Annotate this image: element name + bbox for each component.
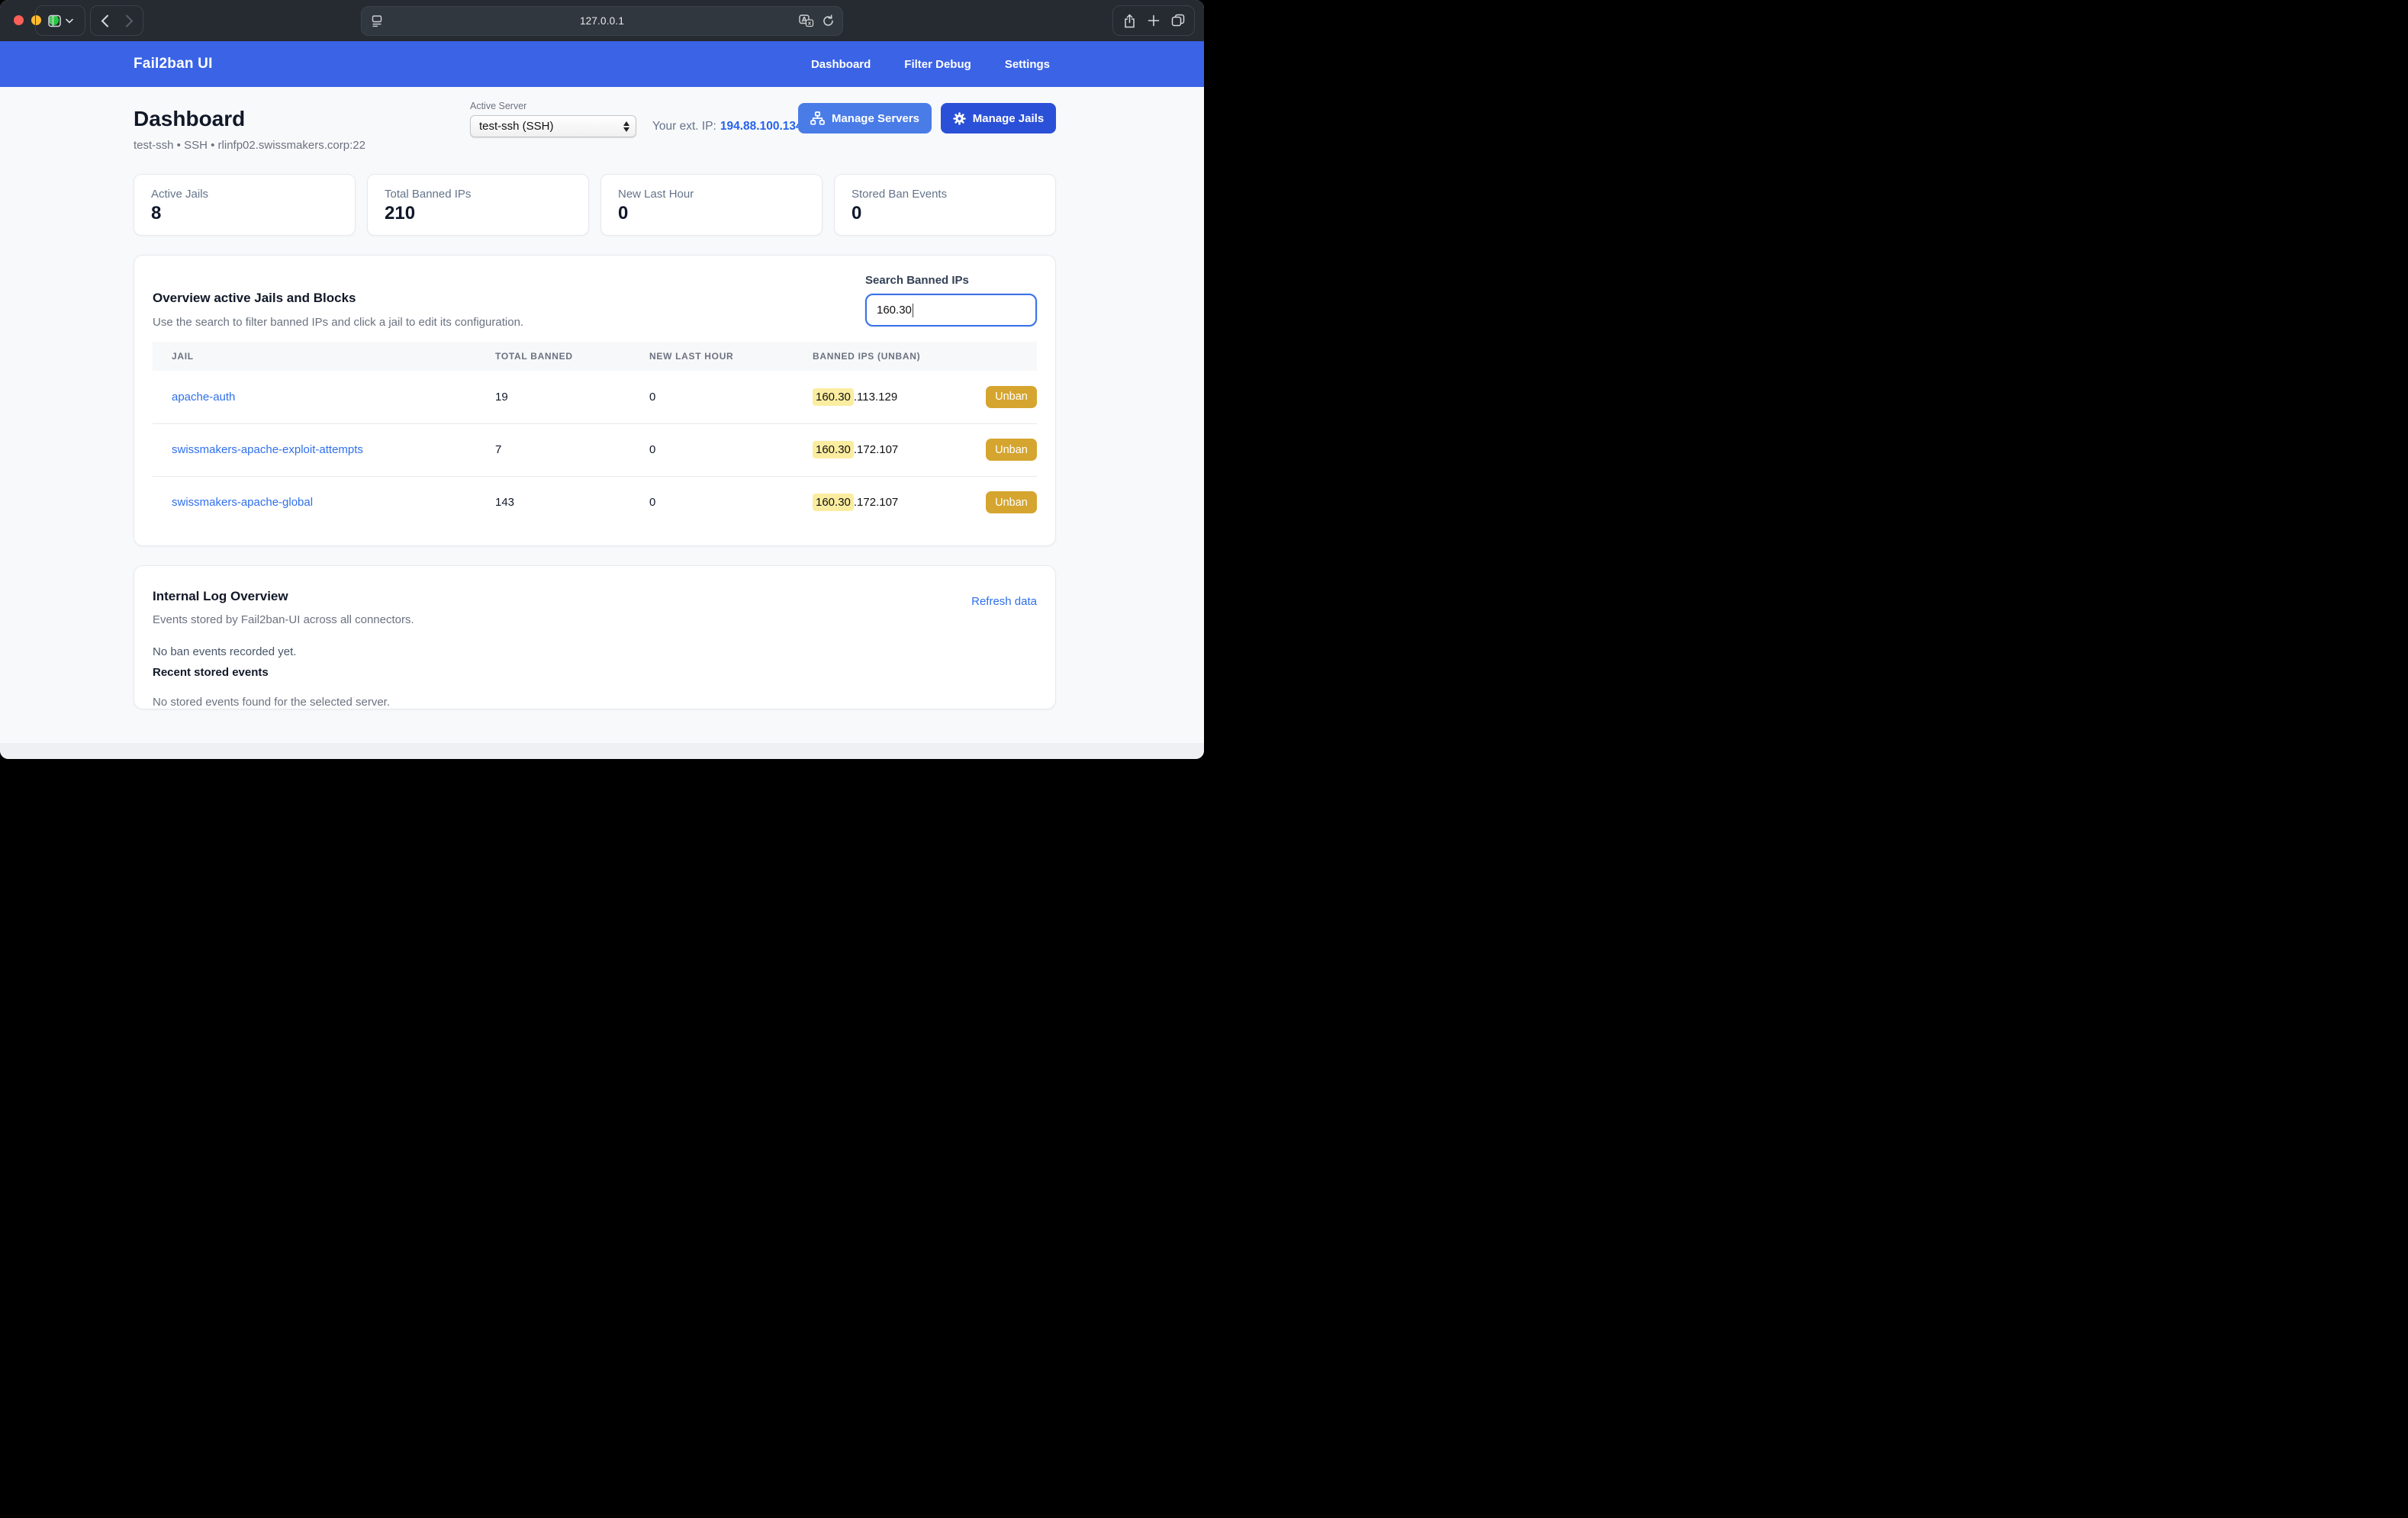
unban-button[interactable]: Unban xyxy=(986,439,1037,461)
stat-card-new-last-hour: New Last Hour 0 xyxy=(600,174,823,236)
nav-item-filter-debug[interactable]: Filter Debug xyxy=(904,58,971,71)
dashboard-header: Dashboard test-ssh • SSH • rlinfp02.swis… xyxy=(134,87,1056,171)
ip-highlight: 160.30 xyxy=(813,494,854,511)
browser-window: 127.0.0.1 A x xyxy=(0,0,1204,759)
search-banned-ips-input[interactable]: 160.30 xyxy=(865,294,1037,326)
column-header-banned-ips: BANNED IPS (UNBAN) xyxy=(813,342,1037,371)
page-background-strip xyxy=(0,743,1204,759)
sidebar-icon xyxy=(47,14,62,28)
text-cursor xyxy=(913,304,914,317)
overview-title: Overview active Jails and Blocks xyxy=(153,291,523,306)
no-ban-events-text: No ban events recorded yet. xyxy=(153,645,1037,658)
manage-servers-label: Manage Servers xyxy=(832,112,919,125)
jails-table-body: apache-auth 19 0 160.30.113.129 Unban sw… xyxy=(153,371,1037,529)
stat-card-total-banned: Total Banned IPs 210 xyxy=(367,174,589,236)
search-banned-ips-label: Search Banned IPs xyxy=(865,274,1037,287)
stat-value: 210 xyxy=(385,203,571,224)
app-brand[interactable]: Fail2ban UI xyxy=(134,56,213,72)
stat-card-stored-ban-events: Stored Ban Events 0 xyxy=(834,174,1056,236)
ip-highlight: 160.30 xyxy=(813,388,854,406)
jails-table: JAIL TOTAL BANNED NEW LAST HOUR BANNED I… xyxy=(153,342,1037,529)
nav-item-settings[interactable]: Settings xyxy=(1005,58,1050,71)
back-button[interactable] xyxy=(92,6,117,35)
table-header-row: JAIL TOTAL BANNED NEW LAST HOUR BANNED I… xyxy=(153,342,1037,371)
stat-value: 0 xyxy=(618,203,805,224)
close-window-button[interactable] xyxy=(14,15,24,25)
browser-toolbar: 127.0.0.1 A x xyxy=(0,0,1204,41)
column-header-total-banned: TOTAL BANNED xyxy=(495,342,649,371)
banned-ip: 160.30.172.107 xyxy=(813,496,898,509)
manage-servers-button[interactable]: Manage Servers xyxy=(798,103,932,133)
column-header-jail: JAIL xyxy=(153,342,495,371)
external-ip-label: Your ext. IP: xyxy=(652,120,716,133)
manage-jails-button[interactable]: Manage Jails xyxy=(941,103,1056,133)
active-server-label: Active Server xyxy=(470,101,636,111)
chevron-down-icon xyxy=(66,18,73,24)
recent-stored-events-title: Recent stored events xyxy=(153,666,1037,679)
total-banned-cell: 7 xyxy=(495,423,649,476)
jails-overview-card: Overview active Jails and Blocks Use the… xyxy=(134,255,1056,546)
translate-icon[interactable]: A x xyxy=(799,14,814,27)
new-last-hour-cell: 0 xyxy=(649,423,813,476)
log-subtitle: Events stored by Fail2ban-UI across all … xyxy=(153,613,1037,626)
stat-cards: Active Jails 8 Total Banned IPs 210 New … xyxy=(134,174,1056,236)
unban-button[interactable]: Unban xyxy=(986,386,1037,408)
page-subtitle: test-ssh • SSH • rlinfp02.swissmakers.co… xyxy=(134,139,1056,152)
table-row: swissmakers-apache-global 143 0 160.30.1… xyxy=(153,476,1037,529)
ip-rest: .172.107 xyxy=(854,496,898,509)
table-row: apache-auth 19 0 160.30.113.129 Unban xyxy=(153,371,1037,423)
ip-highlight: 160.30 xyxy=(813,441,854,458)
search-input-value: 160.30 xyxy=(877,304,912,317)
jail-link[interactable]: swissmakers-apache-global xyxy=(172,496,313,509)
ip-rest: .172.107 xyxy=(854,443,898,456)
url-text[interactable]: 127.0.0.1 xyxy=(362,15,842,27)
tab-overview-icon[interactable] xyxy=(1166,6,1190,35)
app-navbar: Fail2ban UI Dashboard Filter Debug Setti… xyxy=(0,41,1204,87)
stat-card-active-jails: Active Jails 8 xyxy=(134,174,356,236)
window-actions-group xyxy=(1112,5,1195,36)
banned-ip: 160.30.113.129 xyxy=(813,391,897,404)
total-banned-cell: 19 xyxy=(495,371,649,423)
jail-link[interactable]: swissmakers-apache-exploit-attempts xyxy=(172,443,363,456)
manage-jails-label: Manage Jails xyxy=(973,112,1044,125)
ip-rest: .113.129 xyxy=(854,391,897,404)
nav-item-dashboard[interactable]: Dashboard xyxy=(811,58,871,71)
page-format-icon[interactable] xyxy=(371,14,383,27)
jail-link[interactable]: apache-auth xyxy=(172,391,235,404)
sidebar-toggle-button[interactable] xyxy=(35,5,85,36)
log-title: Internal Log Overview xyxy=(153,589,1037,604)
new-last-hour-cell: 0 xyxy=(649,371,813,423)
active-server-value: test-ssh (SSH) xyxy=(479,120,623,133)
stat-value: 8 xyxy=(151,203,338,224)
refresh-data-link[interactable]: Refresh data xyxy=(971,595,1037,608)
unban-button[interactable]: Unban xyxy=(986,491,1037,513)
share-icon[interactable] xyxy=(1117,6,1141,35)
stat-value: 0 xyxy=(851,203,1038,224)
external-ip: Your ext. IP: 194.88.100.134 xyxy=(652,120,803,133)
new-last-hour-cell: 0 xyxy=(649,476,813,529)
stat-label: Stored Ban Events xyxy=(851,188,1038,201)
gear-icon xyxy=(953,112,966,125)
forward-button[interactable] xyxy=(117,6,141,35)
internal-log-card: Internal Log Overview Refresh data Event… xyxy=(134,565,1056,709)
svg-text:x: x xyxy=(808,21,812,27)
new-tab-icon[interactable] xyxy=(1141,6,1166,35)
sitemap-icon xyxy=(810,111,825,125)
stat-label: Total Banned IPs xyxy=(385,188,571,201)
history-nav-group xyxy=(90,5,143,36)
select-stepper-icon xyxy=(623,121,629,132)
total-banned-cell: 143 xyxy=(495,476,649,529)
address-bar[interactable]: 127.0.0.1 A x xyxy=(361,6,843,36)
stat-label: Active Jails xyxy=(151,188,338,201)
no-stored-events-text: No stored events found for the selected … xyxy=(153,696,1037,709)
column-header-new-last-hour: NEW LAST HOUR xyxy=(649,342,813,371)
stat-label: New Last Hour xyxy=(618,188,805,201)
table-row: swissmakers-apache-exploit-attempts 7 0 … xyxy=(153,423,1037,476)
active-server-select[interactable]: test-ssh (SSH) xyxy=(470,115,636,137)
reload-icon[interactable] xyxy=(822,14,835,27)
external-ip-value: 194.88.100.134 xyxy=(720,120,803,133)
overview-subtitle: Use the search to filter banned IPs and … xyxy=(153,316,523,329)
banned-ip: 160.30.172.107 xyxy=(813,443,898,456)
